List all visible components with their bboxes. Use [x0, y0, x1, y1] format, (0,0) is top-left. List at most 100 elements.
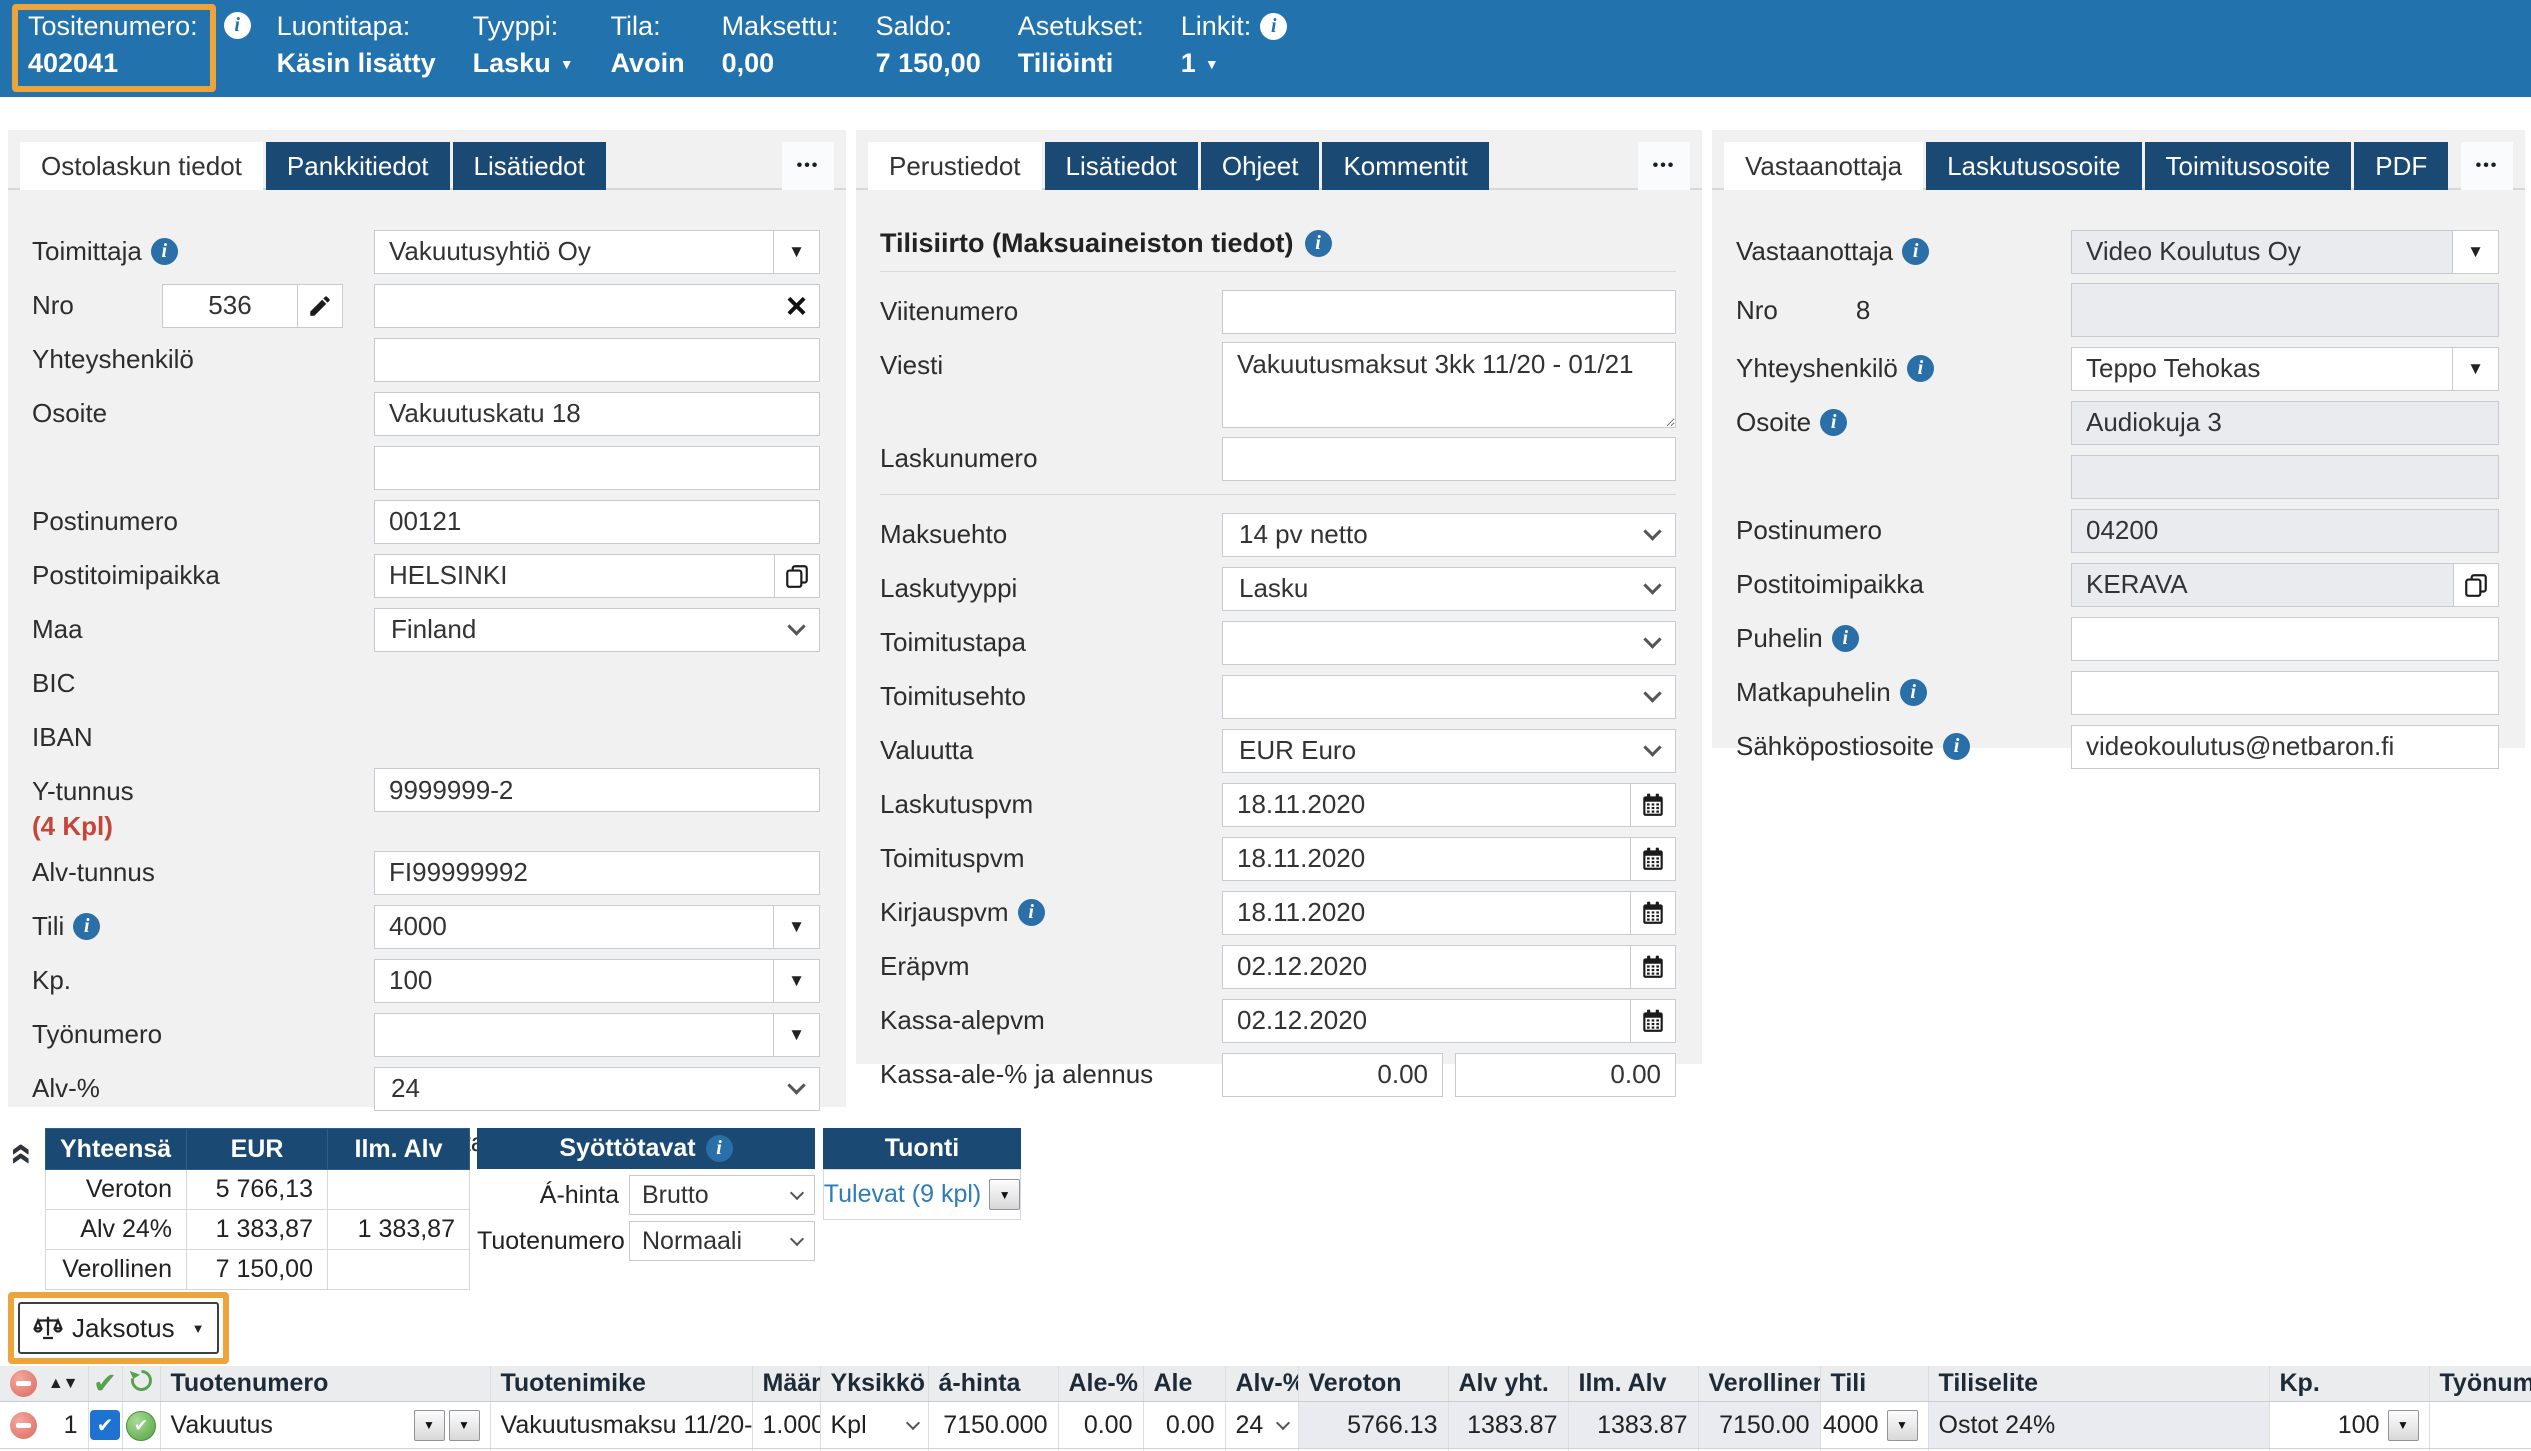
tab-vastaanottaja[interactable]: Vastaanottaja [1724, 142, 1923, 190]
panel-menu-button[interactable]: ••• [1638, 142, 1690, 190]
cost-center-dropdown-button[interactable]: ▼ [773, 959, 820, 1003]
copy-button[interactable] [2453, 563, 2499, 607]
vat-id-input[interactable] [374, 851, 820, 895]
line-tyonumero-cell[interactable] [2429, 1402, 2531, 1449]
price-mode-select[interactable]: Brutto [629, 1175, 815, 1215]
work-number-value[interactable] [374, 1013, 774, 1057]
mobile-input[interactable] [2071, 671, 2499, 715]
supplier-number-input[interactable] [162, 284, 298, 328]
reference-number-input[interactable] [1222, 290, 1676, 334]
recipient-dropdown-button[interactable]: ▼ [2452, 230, 2499, 274]
due-date-input[interactable] [1222, 945, 1631, 989]
line-alv-pct-cell[interactable]: 24 [1225, 1402, 1298, 1449]
message-textarea[interactable]: Vakuutusmaksut 3kk 11/20 - 01/21 [1222, 342, 1676, 428]
cash-discount-percent-input[interactable] [1222, 1053, 1443, 1097]
tab-pankkitiedot[interactable]: Pankkitiedot [266, 142, 450, 190]
work-number-combobox[interactable]: ▼ [374, 1013, 820, 1057]
line-tili-cell[interactable]: 4000▼ [1820, 1402, 1928, 1449]
vat-percent-select[interactable]: 24 [374, 1067, 820, 1111]
remove-all-icon[interactable] [10, 1370, 37, 1397]
copy-button[interactable] [774, 554, 820, 598]
account-dropdown-button[interactable]: ▼ [773, 905, 820, 949]
line-ale-pct-cell[interactable]: 0.00 [1058, 1402, 1143, 1449]
product-number-mode-select[interactable]: Normaali [629, 1221, 815, 1261]
toimittaja-value[interactable]: Vakuutusyhtiö Oy [374, 230, 774, 274]
address-input[interactable] [374, 392, 820, 436]
contact-person-input[interactable] [374, 338, 820, 382]
tab-lisatiedot-mid[interactable]: Lisätiedot [1045, 142, 1198, 190]
info-icon[interactable]: i [1907, 355, 1934, 382]
edit-pencil-button[interactable] [297, 284, 343, 328]
invoice-type-select[interactable]: Lasku [1222, 567, 1676, 611]
account-dropdown-button[interactable]: ▼ [1887, 1410, 1918, 1441]
account-combobox[interactable]: 4000▼ [374, 905, 820, 949]
cost-center-value[interactable]: 100 [374, 959, 774, 1003]
tab-perustiedot[interactable]: Perustiedot [868, 142, 1042, 190]
panel-menu-button[interactable]: ••• [2461, 142, 2513, 190]
cash-discount-date-input[interactable] [1222, 999, 1631, 1043]
email-input[interactable] [2071, 725, 2499, 769]
info-icon[interactable]: i [73, 913, 100, 940]
tab-pdf[interactable]: PDF [2354, 142, 2448, 190]
cost-center-combobox[interactable]: 100▼ [374, 959, 820, 1003]
calendar-button[interactable] [1630, 783, 1676, 827]
status-ok-icon[interactable]: ✔ [126, 1411, 156, 1441]
contact-value[interactable]: Teppo Tehokas [2071, 347, 2453, 391]
toimittaja-combobox[interactable]: Vakuutusyhtiö Oy▼ [374, 230, 820, 274]
invoice-date-input[interactable] [1222, 783, 1631, 827]
product-dropdown-button[interactable]: ▼ [449, 1410, 480, 1441]
payment-term-select[interactable]: 14 pv netto [1222, 513, 1676, 557]
phone-input[interactable] [2071, 617, 2499, 661]
contact-combobox[interactable]: Teppo Tehokas▼ [2071, 347, 2499, 391]
line-kp-cell[interactable]: 100▼ [2269, 1402, 2429, 1449]
check-icon[interactable]: ✔ [93, 1368, 117, 1400]
asetukset-value[interactable]: Tiliöinti [1018, 48, 1144, 79]
country-select[interactable]: Finland [374, 608, 820, 652]
postal-code-input[interactable] [374, 500, 820, 544]
clear-icon[interactable]: × [786, 288, 807, 324]
collapse-chevrons-icon[interactable]: « [3, 1143, 43, 1165]
info-icon[interactable]: i [1260, 13, 1287, 40]
recipient-postal-code-input[interactable] [2071, 509, 2499, 553]
jaksotus-button[interactable]: Jaksotus ▼ [18, 1302, 219, 1354]
tab-toimitusosoite[interactable]: Toimitusosoite [2145, 142, 2352, 190]
line-maara-cell[interactable]: 1.000 [752, 1402, 820, 1449]
tab-ostolaskun-tiedot[interactable]: Ostolaskun tiedot [20, 142, 263, 190]
cash-discount-amount-input[interactable] [1455, 1053, 1676, 1097]
contact-dropdown-button[interactable]: ▼ [2452, 347, 2499, 391]
line-ale-cell[interactable]: 0.00 [1143, 1402, 1225, 1449]
tyyppi-dropdown[interactable]: Lasku▼ [473, 48, 574, 79]
calendar-button[interactable] [1630, 837, 1676, 881]
recipient-value[interactable]: Video Koulutus Oy [2071, 230, 2453, 274]
line-a-hinta-cell[interactable]: 7150.000 [928, 1402, 1058, 1449]
info-icon[interactable]: i [1900, 679, 1927, 706]
recipient-city-input[interactable] [2071, 563, 2454, 607]
product-dropdown-button[interactable]: ▼ [414, 1410, 445, 1441]
work-number-dropdown-button[interactable]: ▼ [773, 1013, 820, 1057]
recipient-address-input[interactable] [2071, 401, 2499, 445]
incoming-dropdown-button[interactable]: ▼ [989, 1179, 1020, 1210]
tab-laskutusosoite[interactable]: Laskutusosoite [1926, 142, 2141, 190]
calendar-button[interactable] [1630, 999, 1676, 1043]
city-input[interactable] [374, 554, 775, 598]
calendar-button[interactable] [1630, 891, 1676, 935]
supplier-name-input[interactable] [374, 284, 820, 328]
line-tuotenimike-cell[interactable]: Vakuutusmaksu 11/20-0 [490, 1402, 752, 1449]
linkit-dropdown[interactable]: 1▼ [1181, 48, 1288, 79]
address2-input[interactable] [374, 446, 820, 490]
tab-kommentit[interactable]: Kommentit [1322, 142, 1488, 190]
recipient-address2-input[interactable] [2071, 455, 2499, 499]
tab-lisatiedot[interactable]: Lisätiedot [453, 142, 606, 190]
delivery-method-select[interactable] [1222, 621, 1676, 665]
account-value[interactable]: 4000 [374, 905, 774, 949]
row-checkbox[interactable]: ✔ [90, 1410, 120, 1440]
toimittaja-dropdown-button[interactable]: ▼ [773, 230, 820, 274]
info-icon[interactable]: i [151, 238, 178, 265]
posting-date-input[interactable] [1222, 891, 1631, 935]
business-id-input[interactable] [374, 768, 820, 812]
delivery-date-input[interactable] [1222, 837, 1631, 881]
info-icon[interactable]: i [1943, 733, 1970, 760]
calendar-button[interactable] [1630, 945, 1676, 989]
panel-menu-button[interactable]: ••• [782, 142, 834, 190]
recipient-extra-input[interactable] [2071, 283, 2499, 337]
